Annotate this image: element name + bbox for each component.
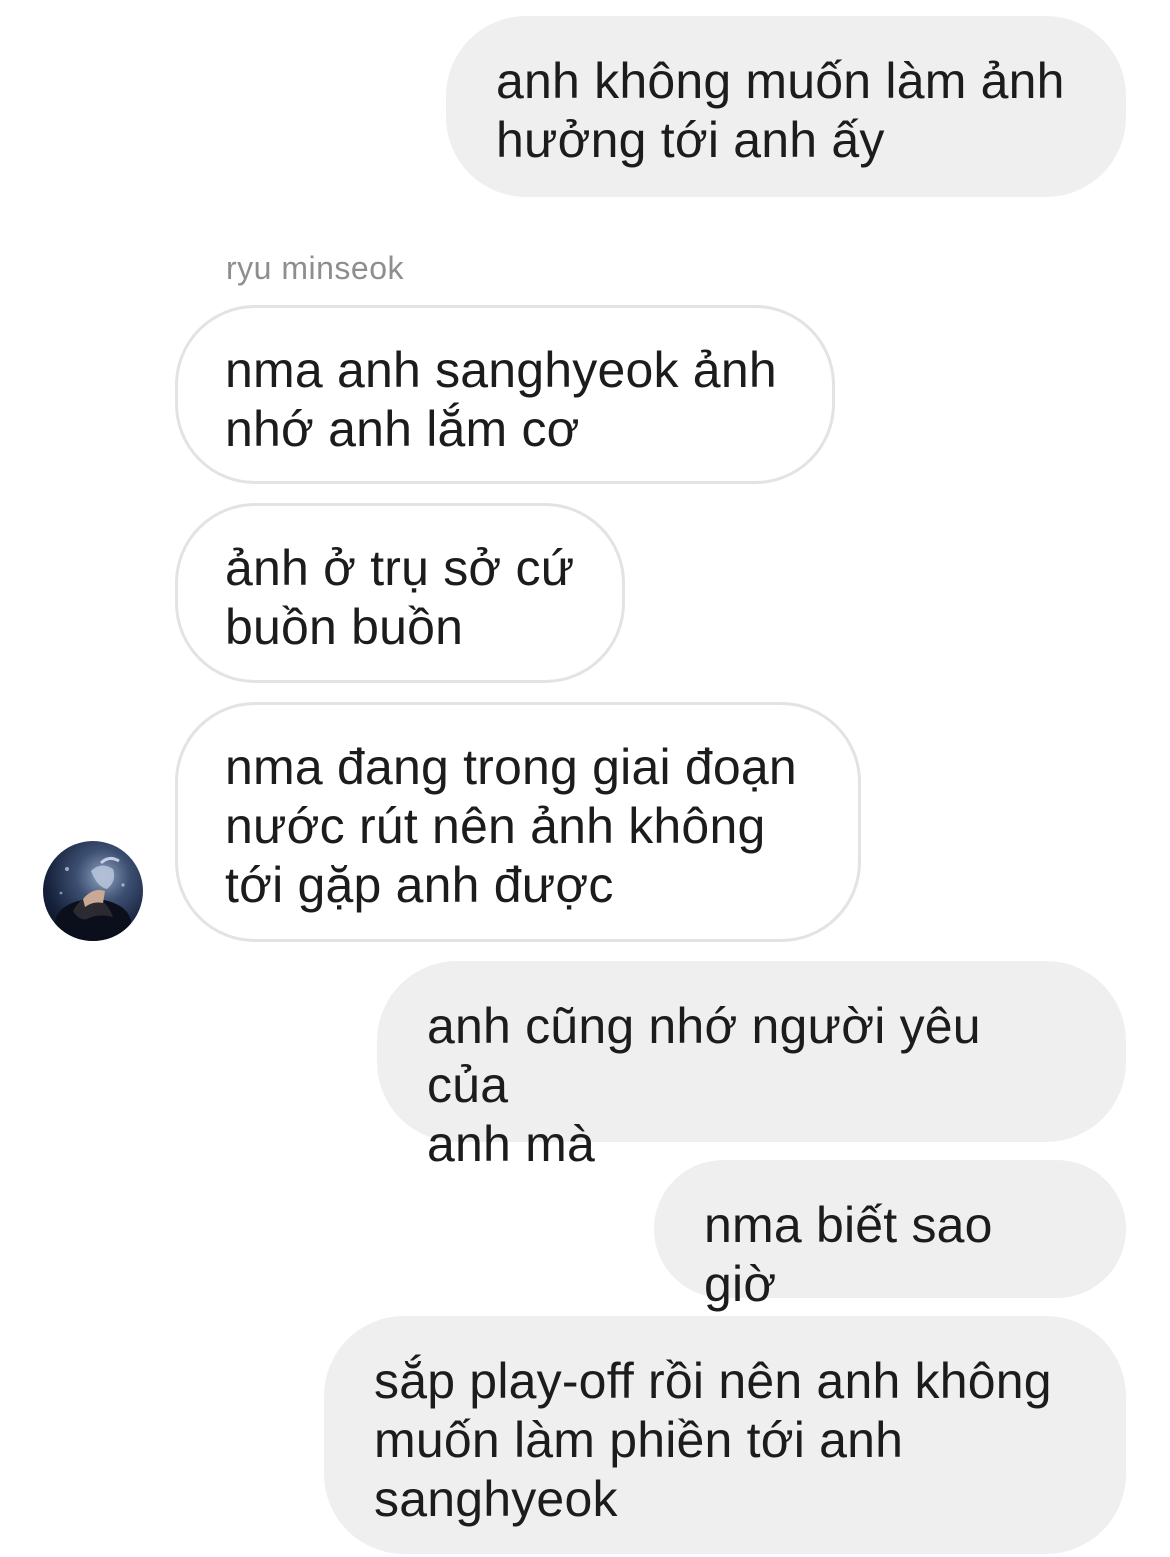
sender-name: ryu minseok <box>226 250 404 286</box>
outgoing-message[interactable]: sắp play-off rồi nên anh không muốn làm … <box>324 1316 1126 1554</box>
outgoing-message[interactable]: anh cũng nhớ người yêu của anh mà <box>377 961 1126 1172</box>
outgoing-message[interactable]: anh không muốn làm ảnh hưởng tới anh ấy <box>446 16 1126 197</box>
user-avatar-photo-icon <box>55 856 131 941</box>
outgoing-message[interactable]: nma biết sao giờ <box>654 1160 1126 1312</box>
incoming-message[interactable]: ảnh ở trụ sở cứ buồn buồn <box>175 503 625 683</box>
incoming-message[interactable]: nma đang trong giai đoạn nước rút nên ản… <box>175 702 861 942</box>
chat-thread: { "thread": { "sender_name": "ryu minseo… <box>0 0 1170 1557</box>
incoming-message[interactable]: nma anh sanghyeok ảnh nhớ anh lắm cơ <box>175 305 835 484</box>
sender-avatar[interactable] <box>43 841 143 941</box>
